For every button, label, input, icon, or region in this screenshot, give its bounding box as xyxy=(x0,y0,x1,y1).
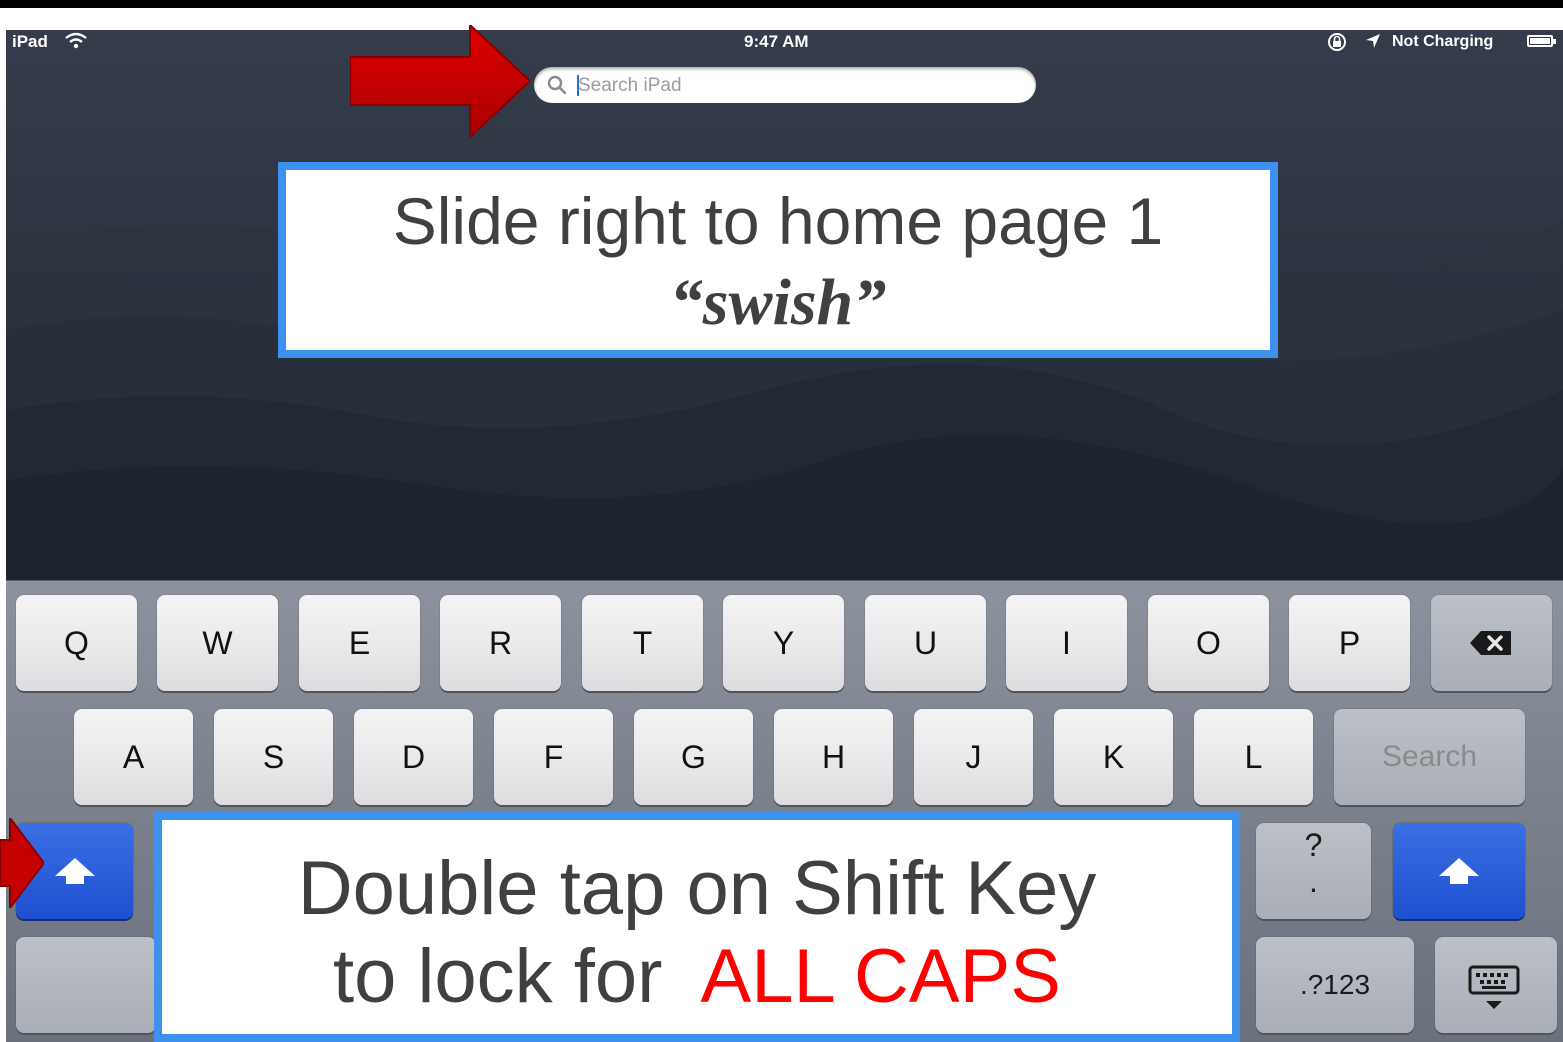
search-key[interactable]: Search xyxy=(1334,709,1525,805)
charging-status: Not Charging xyxy=(1392,33,1494,50)
shift-arrow-icon xyxy=(1439,858,1479,884)
hide-keyboard-icon xyxy=(1468,965,1520,1009)
top-rule xyxy=(0,0,1563,8)
key-s[interactable]: S xyxy=(214,709,333,805)
search-icon xyxy=(547,75,567,95)
callout-text: Slide right to home page 1 xyxy=(392,184,1164,258)
rotation-lock-icon xyxy=(1326,32,1348,57)
punctuation-key[interactable]: ? . xyxy=(1256,823,1371,919)
battery-icon xyxy=(1527,35,1556,47)
hide-keyboard-key[interactable] xyxy=(1435,937,1557,1033)
key-w[interactable]: W xyxy=(157,595,278,691)
slide-instruction-callout: Slide right to home page 1 “swish” xyxy=(278,162,1278,358)
key-y[interactable]: Y xyxy=(723,595,844,691)
callout-emphasis: “swish” xyxy=(669,266,887,339)
key-r[interactable]: R xyxy=(440,595,561,691)
left-numbers-key[interactable] xyxy=(16,937,156,1033)
backspace-icon xyxy=(1470,631,1511,655)
callout-text-line2: to lock for ALL CAPS xyxy=(333,934,1061,1019)
shift-arrow-icon xyxy=(55,858,95,884)
backspace-key[interactable] xyxy=(1431,595,1552,691)
device-label: iPad xyxy=(12,32,48,51)
key-u[interactable]: U xyxy=(865,595,986,691)
numbers-key[interactable]: .?123 xyxy=(1256,937,1414,1033)
key-p[interactable]: P xyxy=(1289,595,1410,691)
callout-text: Double tap on Shift Key xyxy=(297,846,1097,931)
red-pointer-arrow-icon xyxy=(0,818,44,908)
key-a[interactable]: A xyxy=(74,709,193,805)
key-h[interactable]: H xyxy=(774,709,893,805)
key-k[interactable]: K xyxy=(1054,709,1173,805)
key-j[interactable]: J xyxy=(914,709,1033,805)
right-shift-key[interactable] xyxy=(1393,823,1525,919)
shift-instruction-callout: Double tap on Shift Key to lock for ALL … xyxy=(154,812,1240,1042)
key-o[interactable]: O xyxy=(1148,595,1269,691)
wifi-icon xyxy=(64,32,88,55)
status-bar: iPad 9:47 AM Not Charging xyxy=(6,30,1563,54)
key-t[interactable]: T xyxy=(582,595,703,691)
search-input[interactable]: Search iPad xyxy=(534,67,1036,103)
clock: 9:47 AM xyxy=(744,32,809,51)
search-placeholder: Search iPad xyxy=(578,75,682,96)
key-e[interactable]: E xyxy=(299,595,420,691)
key-f[interactable]: F xyxy=(494,709,613,805)
all-caps-emphasis: ALL CAPS xyxy=(700,934,1061,1019)
key-q[interactable]: Q xyxy=(16,595,137,691)
location-arrow-icon xyxy=(1364,32,1382,55)
red-pointer-arrow-icon xyxy=(350,25,530,137)
key-d[interactable]: D xyxy=(354,709,473,805)
key-g[interactable]: G xyxy=(634,709,753,805)
key-i[interactable]: I xyxy=(1006,595,1127,691)
key-l[interactable]: L xyxy=(1194,709,1313,805)
